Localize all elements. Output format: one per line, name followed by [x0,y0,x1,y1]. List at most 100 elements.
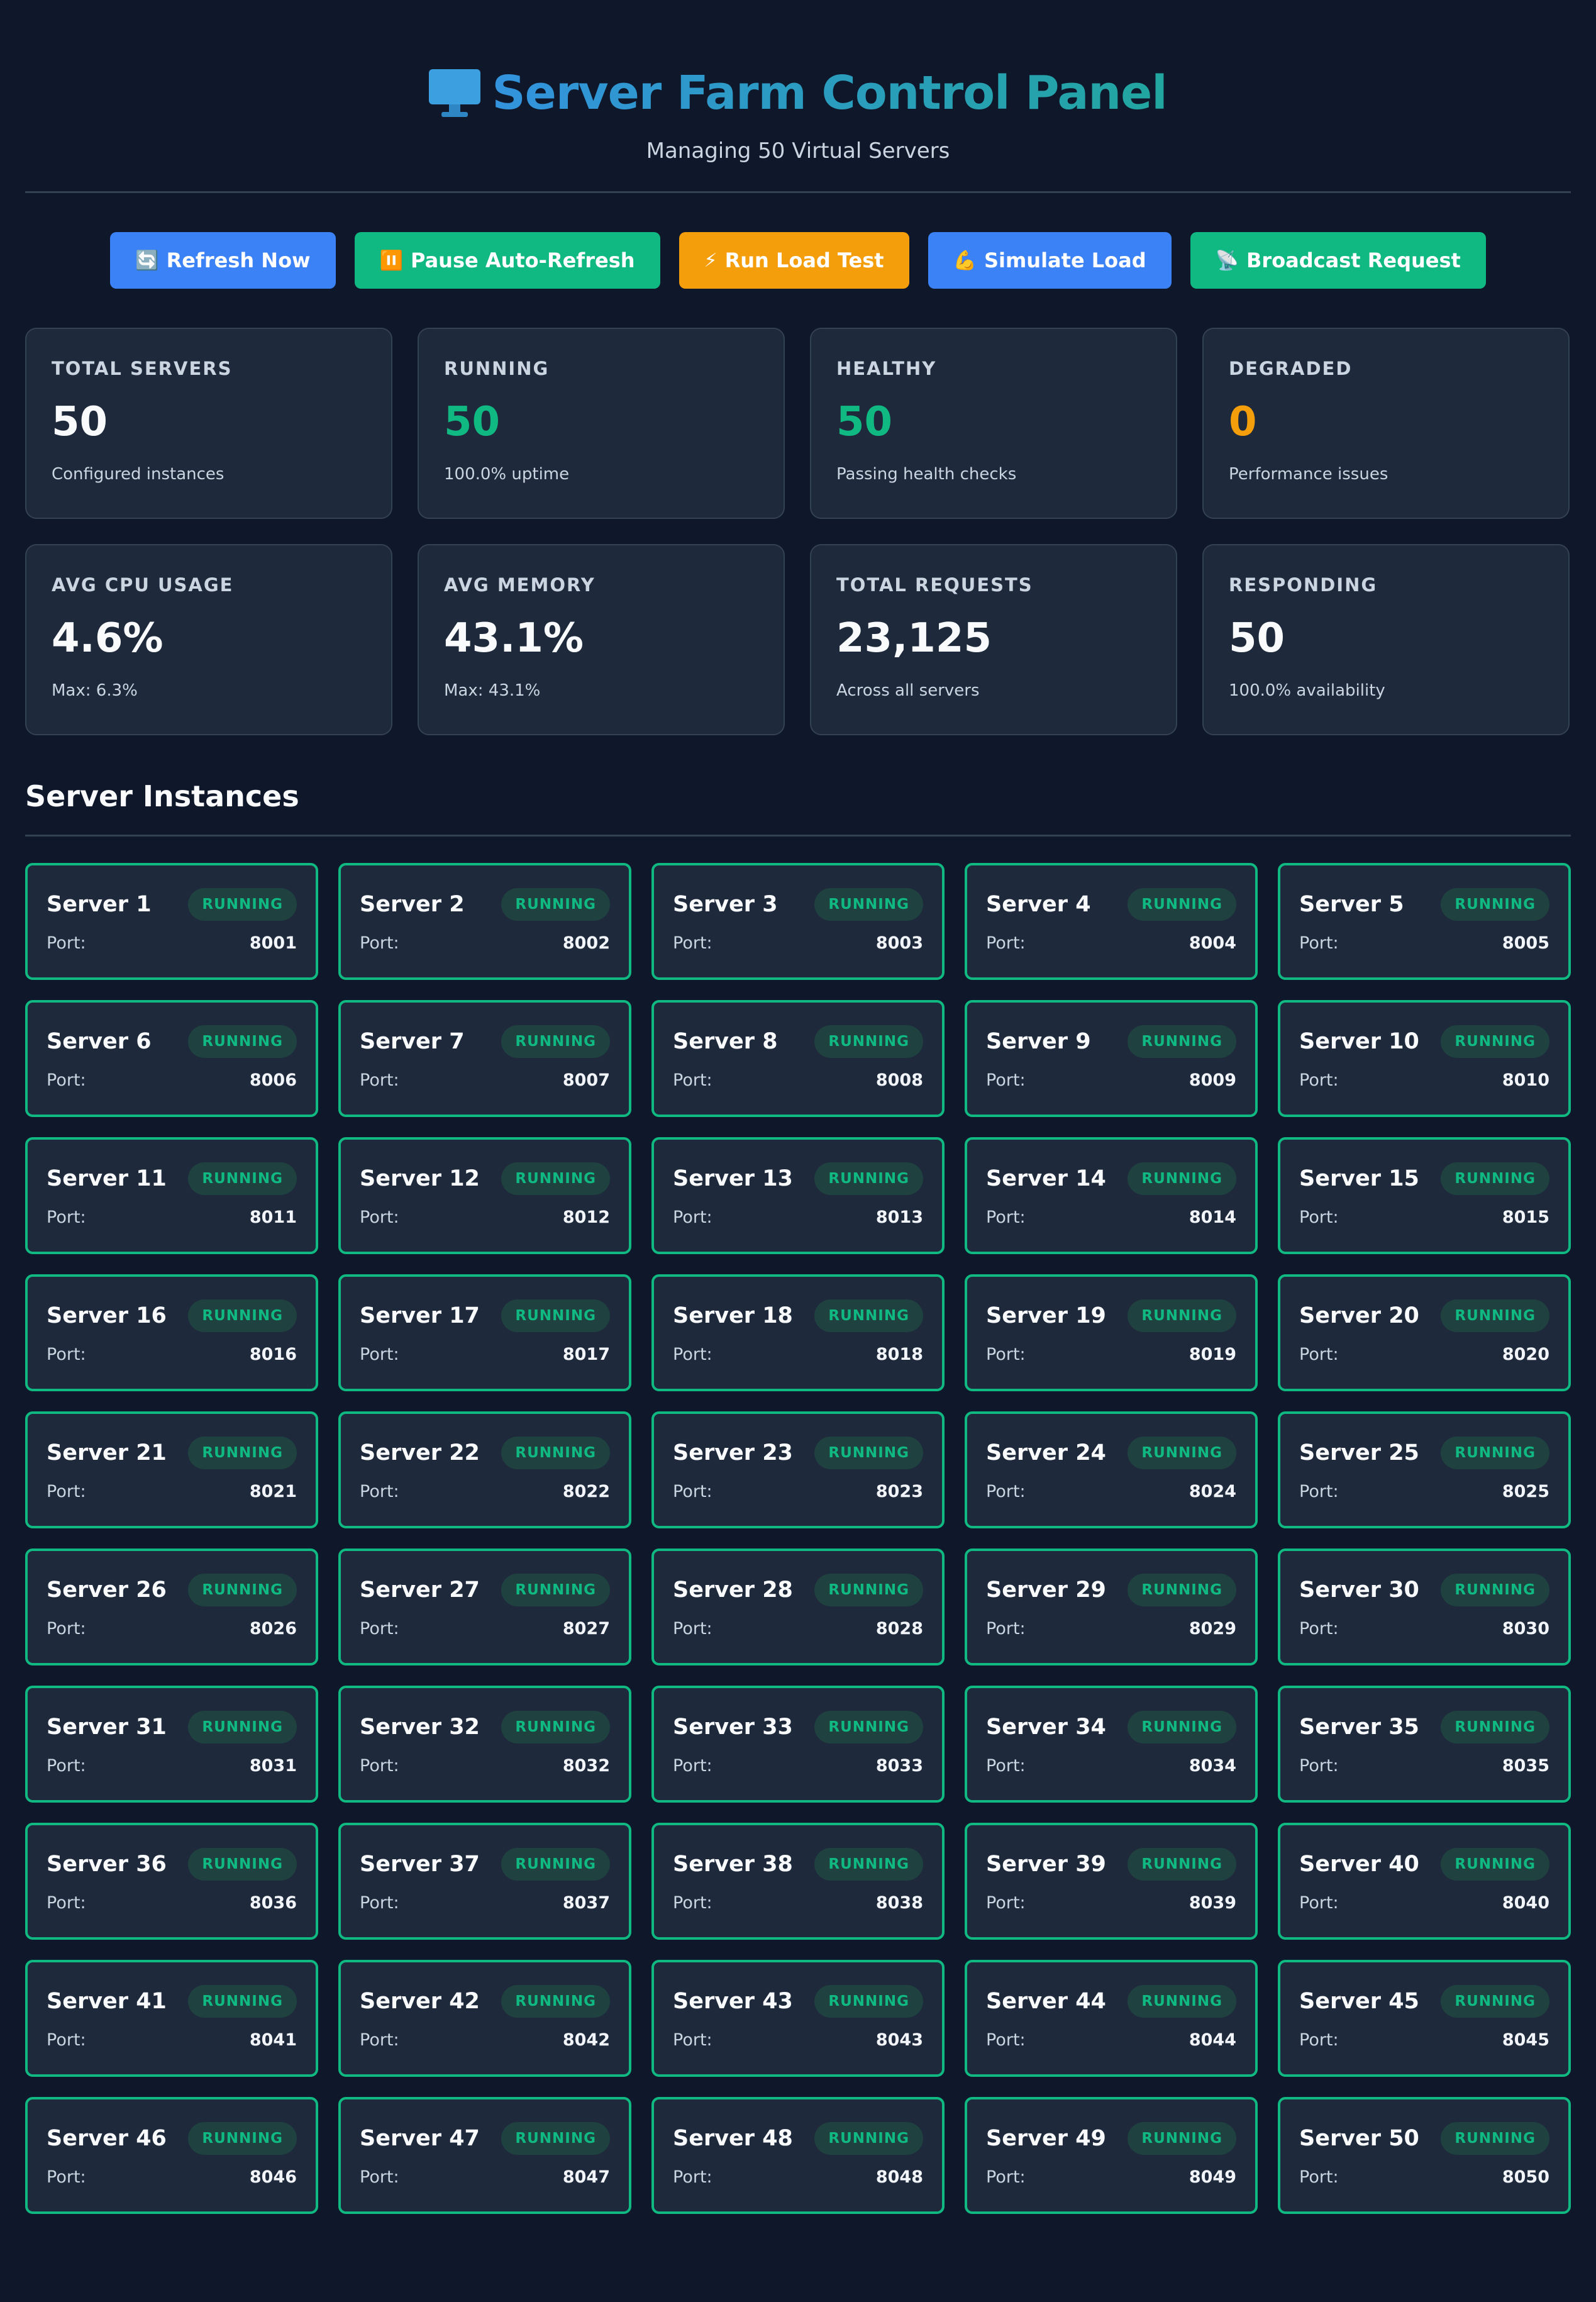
server-card-header: Server 20 RUNNING [1299,1299,1549,1332]
port-value: 8041 [249,2030,297,2050]
port-label: Port: [360,1756,399,1776]
server-card[interactable]: Server 29 RUNNING Port: 8029 [965,1549,1258,1665]
pause-auto-refresh-button[interactable]: ⏸️ Pause Auto-Refresh [354,232,660,289]
server-name: Server 34 [986,1715,1106,1740]
port-value: 8042 [562,2030,610,2050]
port-label: Port: [986,1619,1026,1638]
server-card[interactable]: Server 16 RUNNING Port: 8016 [25,1274,318,1391]
run-load-test-button[interactable]: ⚡ Run Load Test [679,232,909,289]
server-card[interactable]: Server 38 RUNNING Port: 8038 [651,1823,945,1940]
server-card[interactable]: Server 34 RUNNING Port: 8034 [965,1686,1258,1803]
server-card[interactable]: Server 49 RUNNING Port: 8049 [965,2097,1258,2214]
server-card[interactable]: Server 22 RUNNING Port: 8022 [338,1411,631,1528]
server-port-row: Port: 8047 [360,2167,610,2187]
server-card[interactable]: Server 25 RUNNING Port: 8025 [1278,1411,1571,1528]
server-card[interactable]: Server 50 RUNNING Port: 8050 [1278,2097,1571,2214]
pause-icon: ⏸️ [379,249,403,272]
server-card[interactable]: Server 18 RUNNING Port: 8018 [651,1274,945,1391]
server-card[interactable]: Server 1 RUNNING Port: 8001 [25,863,318,980]
server-port-row: Port: 8030 [1299,1619,1549,1638]
server-card[interactable]: Server 10 RUNNING Port: 8010 [1278,1000,1571,1117]
server-port-row: Port: 8029 [986,1619,1236,1638]
server-card[interactable]: Server 33 RUNNING Port: 8033 [651,1686,945,1803]
stat-label: AVG MEMORY [444,574,596,596]
server-card[interactable]: Server 26 RUNNING Port: 8026 [25,1549,318,1665]
server-card[interactable]: Server 4 RUNNING Port: 8004 [965,863,1258,980]
server-name: Server 22 [360,1440,480,1465]
server-card[interactable]: Server 32 RUNNING Port: 8032 [338,1686,631,1803]
server-name: Server 25 [1299,1440,1419,1465]
server-card[interactable]: Server 8 RUNNING Port: 8008 [651,1000,945,1117]
server-card-header: Server 38 RUNNING [673,1848,923,1881]
stat-value: 50 [836,399,893,445]
server-card[interactable]: Server 31 RUNNING Port: 8031 [25,1686,318,1803]
port-label: Port: [673,2167,712,2187]
simulate-load-button[interactable]: 💪 Simulate Load [928,232,1172,289]
server-card[interactable]: Server 9 RUNNING Port: 8009 [965,1000,1258,1117]
server-card[interactable]: Server 11 RUNNING Port: 8011 [25,1137,318,1254]
server-card[interactable]: Server 44 RUNNING Port: 8044 [965,1960,1258,2077]
server-card-header: Server 23 RUNNING [673,1437,923,1469]
server-card[interactable]: Server 5 RUNNING Port: 8005 [1278,863,1571,980]
server-card-header: Server 4 RUNNING [986,888,1236,921]
server-card-header: Server 14 RUNNING [986,1162,1236,1195]
server-card[interactable]: Server 20 RUNNING Port: 8020 [1278,1274,1571,1391]
server-port-row: Port: 8009 [986,1070,1236,1090]
server-card[interactable]: Server 42 RUNNING Port: 8042 [338,1960,631,2077]
broadcast-request-label: Broadcast Request [1246,248,1461,272]
status-badge: RUNNING [188,1025,297,1058]
server-name: Server 8 [673,1029,778,1054]
server-card[interactable]: Server 6 RUNNING Port: 8006 [25,1000,318,1117]
server-card[interactable]: Server 2 RUNNING Port: 8002 [338,863,631,980]
server-name: Server 21 [47,1440,167,1465]
server-card[interactable]: Server 27 RUNNING Port: 8027 [338,1549,631,1665]
server-name: Server 3 [673,892,778,917]
server-card[interactable]: Server 45 RUNNING Port: 8045 [1278,1960,1571,2077]
server-card[interactable]: Server 21 RUNNING Port: 8021 [25,1411,318,1528]
server-card[interactable]: Server 17 RUNNING Port: 8017 [338,1274,631,1391]
server-name: Server 1 [47,892,152,917]
server-card[interactable]: Server 13 RUNNING Port: 8013 [651,1137,945,1254]
port-value: 8017 [562,1345,610,1364]
status-badge: RUNNING [501,1711,610,1743]
server-name: Server 44 [986,1989,1106,2014]
server-port-row: Port: 8012 [360,1208,610,1227]
port-value: 8021 [249,1482,297,1501]
server-card[interactable]: Server 28 RUNNING Port: 8028 [651,1549,945,1665]
stat-label: RUNNING [444,358,550,379]
server-card[interactable]: Server 12 RUNNING Port: 8012 [338,1137,631,1254]
port-value: 8012 [562,1208,610,1227]
status-badge: RUNNING [188,1574,297,1606]
server-card-header: Server 30 RUNNING [1299,1574,1549,1606]
status-badge: RUNNING [1441,1162,1549,1195]
server-card[interactable]: Server 39 RUNNING Port: 8039 [965,1823,1258,1940]
server-card[interactable]: Server 24 RUNNING Port: 8024 [965,1411,1258,1528]
server-card-header: Server 41 RUNNING [47,1985,297,2018]
server-card-header: Server 45 RUNNING [1299,1985,1549,2018]
server-name: Server 47 [360,2126,480,2151]
broadcast-request-button[interactable]: 📡 Broadcast Request [1190,232,1486,289]
server-card[interactable]: Server 23 RUNNING Port: 8023 [651,1411,945,1528]
server-card[interactable]: Server 30 RUNNING Port: 8030 [1278,1549,1571,1665]
server-card[interactable]: Server 19 RUNNING Port: 8019 [965,1274,1258,1391]
server-card[interactable]: Server 15 RUNNING Port: 8015 [1278,1137,1571,1254]
server-card[interactable]: Server 37 RUNNING Port: 8037 [338,1823,631,1940]
server-card[interactable]: Server 47 RUNNING Port: 8047 [338,2097,631,2214]
stat-value: 23,125 [836,615,992,662]
server-card[interactable]: Server 48 RUNNING Port: 8048 [651,2097,945,2214]
server-card-header: Server 5 RUNNING [1299,888,1549,921]
server-card[interactable]: Server 43 RUNNING Port: 8043 [651,1960,945,2077]
server-card[interactable]: Server 3 RUNNING Port: 8003 [651,863,945,980]
server-card[interactable]: Server 46 RUNNING Port: 8046 [25,2097,318,2214]
status-badge: RUNNING [1441,1299,1549,1332]
server-card[interactable]: Server 36 RUNNING Port: 8036 [25,1823,318,1940]
server-card[interactable]: Server 14 RUNNING Port: 8014 [965,1137,1258,1254]
server-card[interactable]: Server 40 RUNNING Port: 8040 [1278,1823,1571,1940]
port-value: 8019 [1189,1345,1236,1364]
refresh-now-button[interactable]: 🔄 Refresh Now [110,232,336,289]
server-card[interactable]: Server 41 RUNNING Port: 8041 [25,1960,318,2077]
server-card[interactable]: Server 35 RUNNING Port: 8035 [1278,1686,1571,1803]
status-badge: RUNNING [188,888,297,921]
server-card[interactable]: Server 7 RUNNING Port: 8007 [338,1000,631,1117]
port-value: 8015 [1502,1208,1549,1227]
